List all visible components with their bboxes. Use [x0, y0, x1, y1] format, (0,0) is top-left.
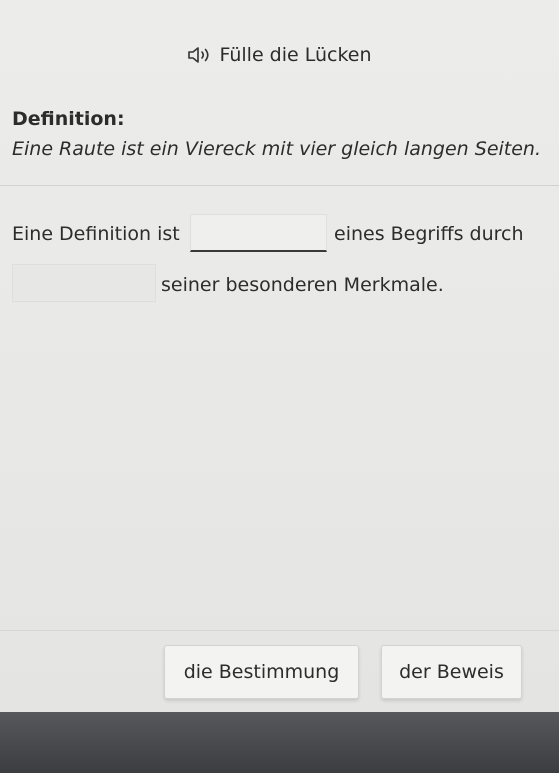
speaker-icon[interactable]: [187, 46, 213, 64]
answer-area-divider: [0, 630, 559, 631]
blank-slot-1[interactable]: [190, 214, 327, 252]
exercise-screen: Fülle die Lücken Definition: Eine Raute …: [0, 0, 559, 712]
definition-label: Definition:: [12, 108, 125, 130]
blank-slot-2[interactable]: [12, 264, 156, 302]
answer-chip-beweis[interactable]: der Beweis: [381, 645, 522, 699]
sentence-part-3: seiner besonderen Merkmale.: [161, 274, 444, 296]
exercise-header: Fülle die Lücken: [0, 44, 559, 66]
exercise-title: Fülle die Lücken: [219, 44, 372, 66]
bottom-bar: [0, 712, 559, 773]
divider: [0, 185, 559, 186]
answer-chip-bestimmung[interactable]: die Bestimmung: [164, 645, 359, 699]
sentence-part-1: Eine Definition ist: [12, 223, 180, 245]
definition-text: Eine Raute ist ein Viereck mit vier glei…: [12, 138, 542, 160]
sentence-part-2: eines Begriffs durch: [334, 223, 524, 245]
